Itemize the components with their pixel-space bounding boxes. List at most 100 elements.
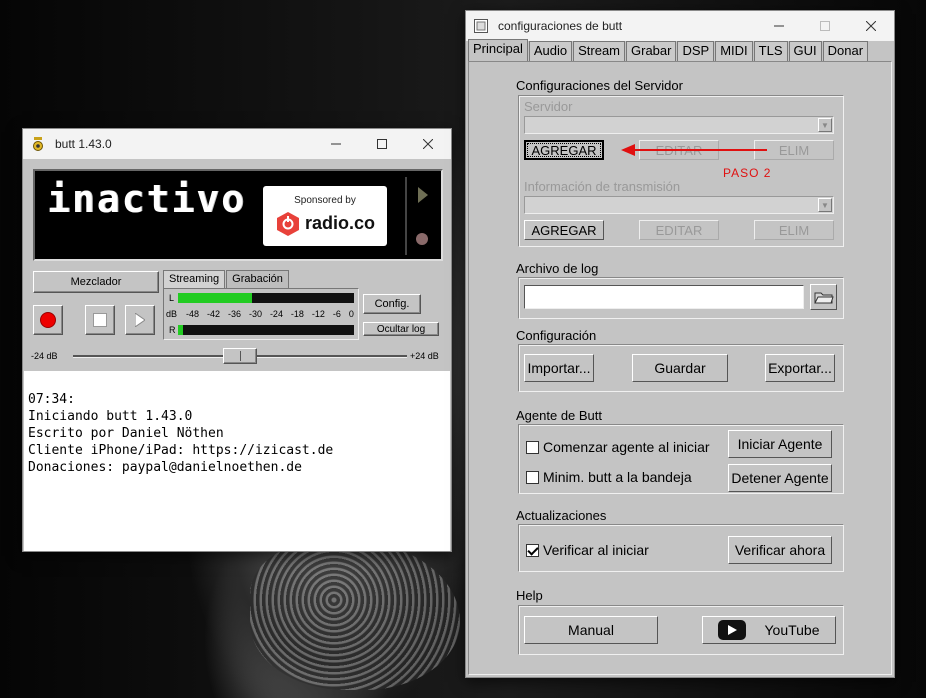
log-file-input[interactable] bbox=[524, 285, 804, 309]
tab-gui[interactable]: GUI bbox=[788, 41, 822, 61]
tab-midi[interactable]: MIDI bbox=[715, 41, 753, 61]
close-icon[interactable] bbox=[405, 129, 451, 159]
start-agent-button[interactable]: Iniciar Agente bbox=[728, 430, 832, 458]
stop-icon bbox=[93, 313, 107, 327]
stream-info-select[interactable]: ▼ bbox=[524, 196, 834, 214]
record-button[interactable] bbox=[33, 305, 63, 335]
tab-audio[interactable]: Audio bbox=[528, 41, 573, 61]
radioco-logo-icon bbox=[277, 212, 299, 236]
vu-scale-tick: -18 bbox=[290, 309, 304, 319]
butt-titlebar[interactable]: butt 1.43.0 bbox=[23, 129, 451, 159]
start-agent-label: Comenzar agente al iniciar bbox=[543, 439, 710, 455]
hide-log-button[interactable]: Ocultar log bbox=[363, 322, 439, 336]
status-display: inactivo Sponsored by radio.co bbox=[33, 169, 443, 261]
tab-recording[interactable]: Grabación bbox=[226, 270, 289, 288]
log-section-title: Archivo de log bbox=[516, 261, 599, 276]
delete-stream-info-button[interactable]: ELIM bbox=[754, 220, 834, 240]
play-button[interactable] bbox=[125, 305, 155, 335]
config-titlebar[interactable]: configuraciones de butt bbox=[466, 11, 894, 41]
start-agent-checkbox[interactable] bbox=[526, 440, 539, 454]
check-on-start-row[interactable]: Verificar al iniciar bbox=[526, 542, 649, 558]
tab-grabar[interactable]: Grabar bbox=[626, 41, 677, 61]
server-section-title: Configuraciones del Servidor bbox=[516, 78, 683, 93]
updates-section-title: Actualizaciones bbox=[516, 508, 607, 523]
sponsor-banner[interactable]: Sponsored by radio.co bbox=[263, 186, 387, 246]
vu-scale-tick: -6 bbox=[332, 309, 341, 319]
minimize-tray-label: Minim. butt a la bandeja bbox=[543, 469, 692, 485]
vu-meter-panel: L dB -48 -42 -36 -30 -24 -18 -12 -6 0 R bbox=[163, 288, 359, 340]
minimize-tray-checkbox[interactable] bbox=[526, 470, 539, 484]
log-line: 07:34: bbox=[28, 392, 75, 407]
close-icon[interactable] bbox=[848, 11, 894, 41]
vu-scale-tick: -48 bbox=[186, 309, 200, 319]
gain-slider-handle[interactable] bbox=[223, 348, 257, 364]
folder-icon bbox=[813, 292, 834, 304]
stream-info-label: Información de transmisión bbox=[524, 179, 681, 194]
minimize-icon[interactable] bbox=[756, 11, 802, 41]
tab-principal[interactable]: Principal bbox=[468, 39, 528, 61]
minimize-icon[interactable] bbox=[313, 129, 359, 159]
config-window: configuraciones de butt Principal Audio … bbox=[465, 10, 895, 678]
principal-tab-panel: Configuraciones del Servidor Servidor ▼ … bbox=[468, 61, 892, 675]
server-select[interactable]: ▼ bbox=[524, 116, 834, 134]
import-button[interactable]: Importar... bbox=[524, 354, 594, 382]
butt-window-title: butt 1.43.0 bbox=[55, 137, 112, 151]
chevron-down-icon: ▼ bbox=[818, 198, 832, 212]
log-line: Cliente iPhone/iPad: https://izicast.de bbox=[28, 443, 334, 458]
tab-stream[interactable]: Stream bbox=[573, 41, 626, 61]
maximize-icon bbox=[802, 11, 848, 41]
annotation-step-label: PASO 2 bbox=[723, 166, 772, 180]
vu-scale: -48 -42 -36 -30 -24 -18 -12 -6 0 bbox=[186, 309, 354, 319]
vu-right-label: R bbox=[169, 325, 176, 335]
config-button[interactable]: Config. bbox=[363, 294, 421, 314]
sponsor-name: radio.co bbox=[305, 213, 376, 233]
vu-left-bar bbox=[178, 293, 354, 303]
config-app-icon bbox=[474, 19, 488, 33]
check-on-start-checkbox[interactable] bbox=[526, 543, 539, 557]
vu-left-level bbox=[178, 293, 252, 303]
chevron-down-icon: ▼ bbox=[818, 118, 832, 132]
server-label: Servidor bbox=[524, 99, 573, 114]
tab-dsp[interactable]: DSP bbox=[677, 41, 715, 61]
vu-left-label: L bbox=[169, 293, 175, 303]
start-agent-checkbox-row[interactable]: Comenzar agente al iniciar bbox=[526, 439, 710, 455]
config-window-title: configuraciones de butt bbox=[498, 19, 623, 33]
vu-scale-tick: 0 bbox=[348, 309, 354, 319]
stream-status-text: inactivo bbox=[47, 177, 247, 221]
vu-unit-label: dB bbox=[166, 309, 178, 319]
save-button[interactable]: Guardar bbox=[632, 354, 728, 382]
record-icon bbox=[40, 312, 56, 328]
edit-stream-info-button[interactable]: EDITAR bbox=[639, 220, 719, 240]
tab-tls[interactable]: TLS bbox=[753, 41, 788, 61]
stop-button[interactable] bbox=[85, 305, 115, 335]
stop-agent-button[interactable]: Detener Agente bbox=[728, 464, 832, 492]
tab-streaming[interactable]: Streaming bbox=[163, 270, 226, 288]
tab-donar[interactable]: Donar bbox=[822, 41, 869, 61]
youtube-button[interactable]: YouTube bbox=[702, 616, 836, 644]
gain-min-label: -24 dB bbox=[31, 351, 58, 361]
minimize-checkbox-row[interactable]: Minim. butt a la bandeja bbox=[526, 469, 692, 485]
log-output[interactable]: 07:34: Iniciando butt 1.43.0 Escrito por… bbox=[24, 371, 450, 551]
help-section-title: Help bbox=[516, 588, 543, 603]
vu-tabs: Streaming Grabación bbox=[163, 270, 290, 288]
vu-scale-tick: -30 bbox=[248, 309, 262, 319]
vu-scale-tick: -42 bbox=[206, 309, 220, 319]
add-stream-info-button[interactable]: AGREGAR bbox=[524, 220, 604, 240]
display-divider bbox=[405, 177, 407, 255]
youtube-icon bbox=[718, 620, 747, 640]
youtube-label: YouTube bbox=[764, 622, 820, 638]
mixer-button[interactable]: Mezclador bbox=[33, 271, 159, 293]
check-now-button[interactable]: Verificar ahora bbox=[728, 536, 832, 564]
maximize-icon[interactable] bbox=[359, 129, 405, 159]
butt-app-icon bbox=[33, 137, 43, 151]
export-button[interactable]: Exportar... bbox=[765, 354, 835, 382]
gain-max-label: +24 dB bbox=[410, 351, 439, 361]
vu-right-level bbox=[178, 325, 184, 335]
annotation-arrow-icon bbox=[621, 144, 767, 156]
browse-log-button[interactable] bbox=[810, 284, 837, 310]
record-indicator-icon bbox=[416, 233, 428, 245]
vu-scale-tick: -36 bbox=[227, 309, 241, 319]
play-icon bbox=[135, 313, 145, 327]
manual-button[interactable]: Manual bbox=[524, 616, 658, 644]
add-server-button[interactable]: AGREGAR bbox=[524, 140, 604, 160]
